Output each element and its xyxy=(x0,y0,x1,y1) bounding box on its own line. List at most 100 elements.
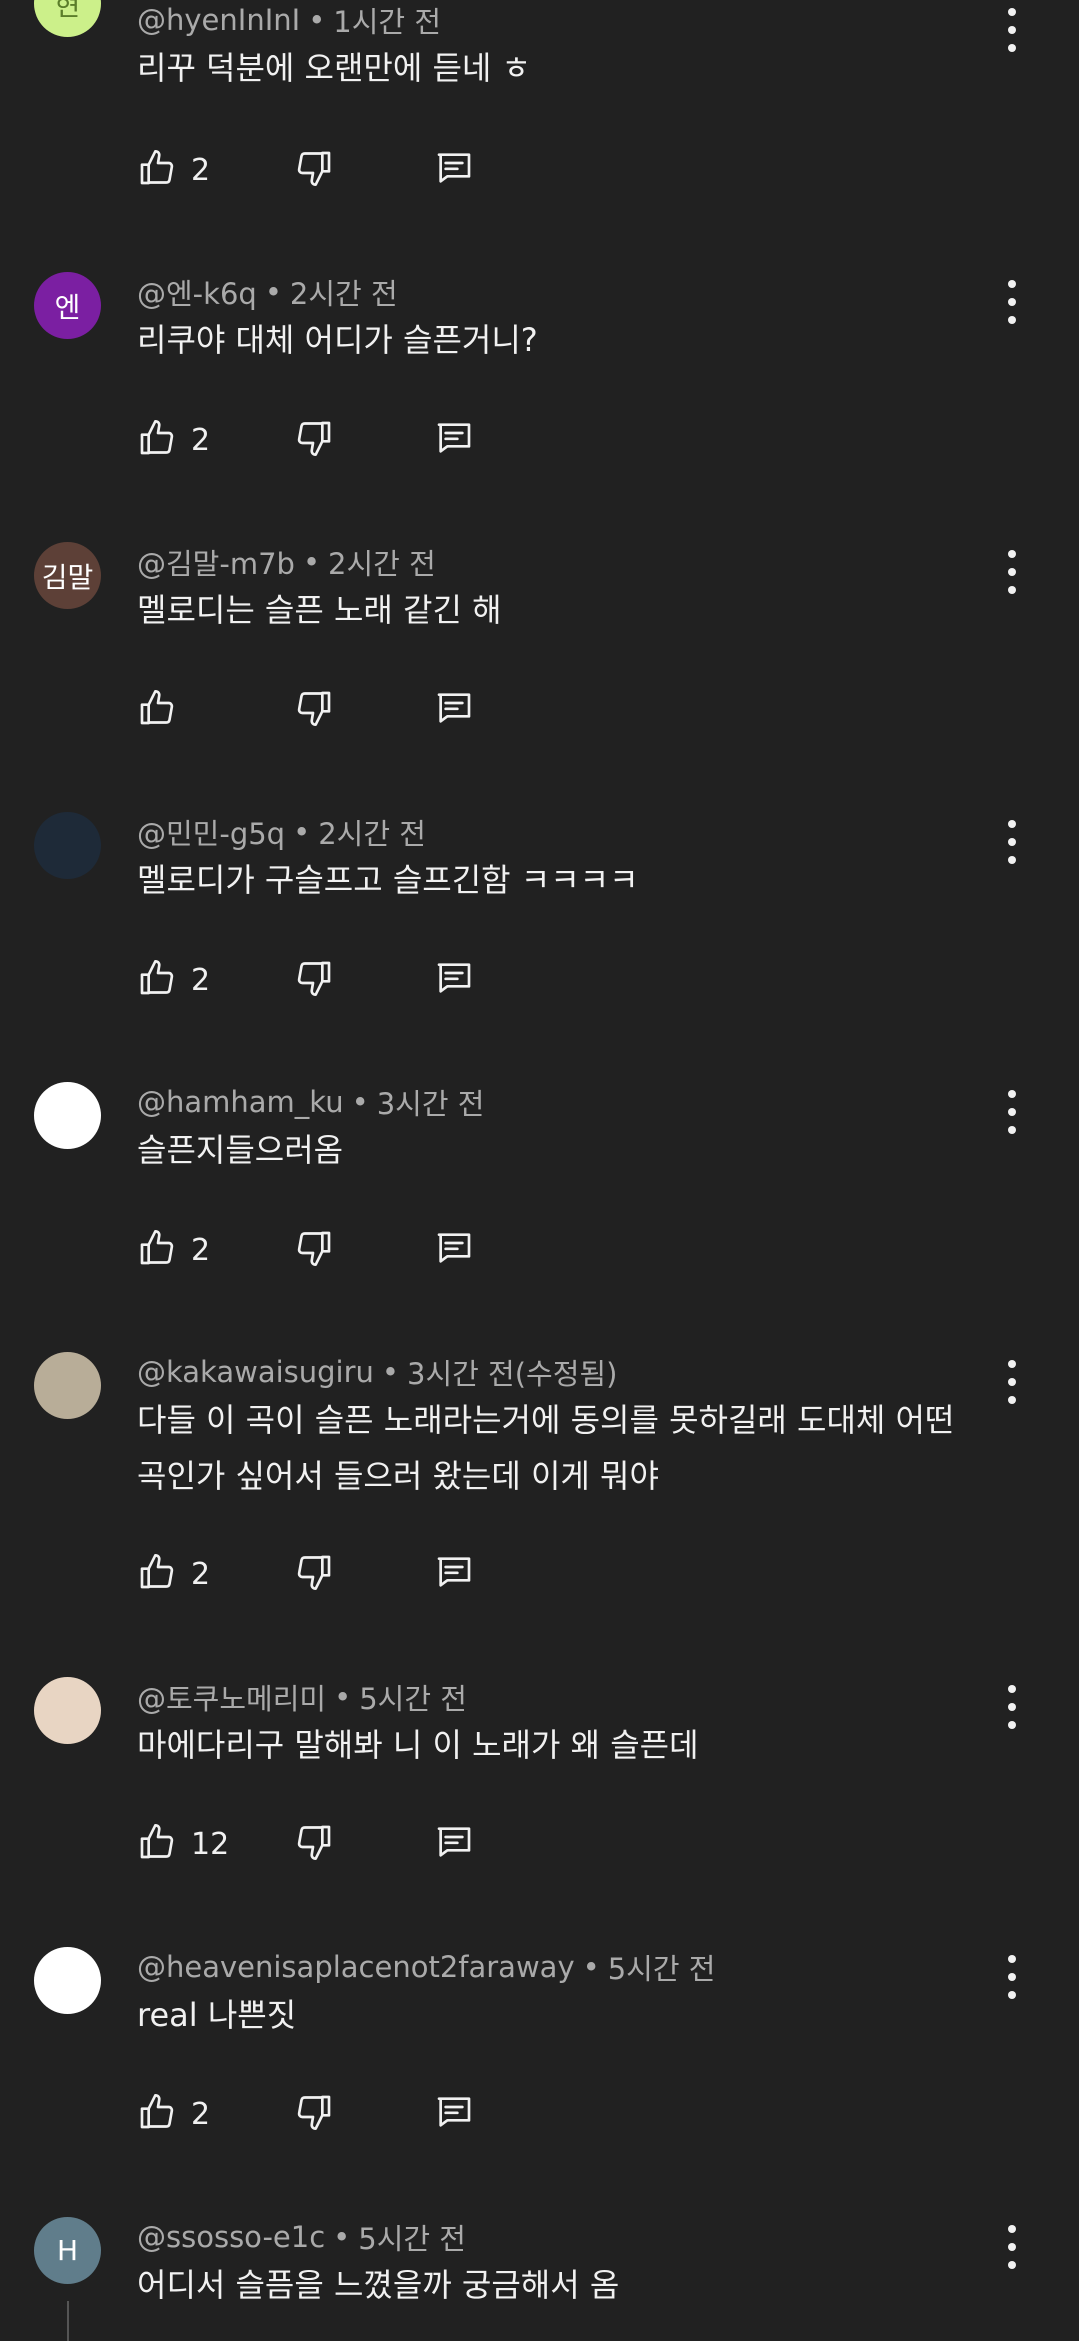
dislike-button[interactable] xyxy=(294,958,334,1002)
comment-text: real 나쁜짓 xyxy=(137,1996,297,2034)
comment-author[interactable]: @엔-k6q xyxy=(137,271,257,313)
separator-dot: • xyxy=(351,1085,369,1119)
avatar[interactable] xyxy=(34,1352,101,1419)
thumbs-down-icon xyxy=(294,688,334,732)
reply-button[interactable] xyxy=(434,1822,474,1866)
comment-time: 5시간 전 xyxy=(607,1952,716,1986)
comment-meta: @김말-m7b • 2시간 전 xyxy=(137,542,436,582)
like-count: 12 xyxy=(191,1826,230,1862)
separator-dot: • xyxy=(334,1680,352,1714)
like-button[interactable]: 2 xyxy=(137,958,210,1002)
dislike-button[interactable] xyxy=(294,1552,334,1596)
comment-author[interactable]: @kakawaisugiru xyxy=(137,1355,374,1389)
comment-icon xyxy=(434,1552,474,1596)
more-vert-icon[interactable] xyxy=(1000,550,1024,594)
like-button[interactable]: 2 xyxy=(137,2092,210,2136)
avatar[interactable] xyxy=(34,1082,101,1149)
comment-time: 3시간 전(수정됨) xyxy=(407,1357,618,1391)
comment-author[interactable]: @토쿠노메리미 xyxy=(137,1676,326,1718)
comment-author[interactable]: @민민-g5q xyxy=(137,811,285,853)
separator-dot: • xyxy=(302,545,321,579)
like-button[interactable]: 12 xyxy=(137,1822,229,1866)
comment-text: 리꾸 덕분에 오랜만에 듣네 ㅎ xyxy=(137,49,531,87)
like-button[interactable]: 2 xyxy=(137,1552,210,1596)
like-count: 2 xyxy=(191,1556,211,1592)
reply-button[interactable] xyxy=(434,1552,474,1596)
like-count: 2 xyxy=(191,152,211,188)
comment-author[interactable]: @hyenInInI xyxy=(137,3,300,37)
comment-time: 5시간 전 xyxy=(358,2222,466,2256)
comment-meta: @토쿠노메리미 • 5시간 전 xyxy=(137,1677,467,1717)
avatar[interactable]: H xyxy=(34,2217,101,2284)
comment-text: 멜로디가 구슬프고 슬프긴함 ㅋㅋㅋㅋ xyxy=(137,861,639,899)
thumbs-up-icon xyxy=(137,1552,177,1596)
avatar[interactable]: 엔 xyxy=(34,272,101,339)
dislike-button[interactable] xyxy=(294,688,334,732)
more-vert-icon[interactable] xyxy=(1000,280,1024,324)
like-button[interactable] xyxy=(137,688,191,732)
more-vert-icon[interactable] xyxy=(1000,1090,1024,1134)
more-vert-icon[interactable] xyxy=(1000,1685,1024,1729)
dislike-button[interactable] xyxy=(294,1228,334,1272)
like-button[interactable]: 2 xyxy=(137,1228,210,1272)
avatar[interactable] xyxy=(34,812,101,879)
reply-button[interactable] xyxy=(434,2092,474,2136)
reply-button[interactable] xyxy=(434,1228,474,1272)
thumbs-down-icon xyxy=(294,148,334,192)
thumbs-down-icon xyxy=(294,1228,334,1272)
dislike-button[interactable] xyxy=(294,1822,334,1866)
comment-author[interactable]: @김말-m7b xyxy=(137,541,295,583)
comment-time: 1시간 전 xyxy=(333,5,442,39)
more-vert-icon[interactable] xyxy=(1000,1360,1024,1404)
reply-button[interactable] xyxy=(434,148,474,192)
comment-actions: 12 xyxy=(137,1822,497,1866)
dislike-button[interactable] xyxy=(294,148,334,192)
separator-dot: • xyxy=(381,1355,400,1389)
like-count: 2 xyxy=(191,962,211,998)
comment-meta: @민민-g5q • 2시간 전 xyxy=(137,812,426,852)
more-vert-icon[interactable] xyxy=(1000,820,1024,864)
comment-actions: 2 xyxy=(137,958,497,1002)
comment-author[interactable]: @heavenisaplacenot2faraway xyxy=(137,1950,575,1984)
avatar[interactable] xyxy=(34,1677,101,1744)
separator-dot: • xyxy=(582,1950,600,1984)
thumbs-up-icon xyxy=(137,688,177,732)
comment-meta: @kakawaisugiru • 3시간 전(수정됨) xyxy=(137,1352,617,1392)
comment-meta: @엔-k6q • 2시간 전 xyxy=(137,272,398,312)
dislike-button[interactable] xyxy=(294,418,334,462)
like-count: 2 xyxy=(191,2096,211,2132)
like-button[interactable]: 2 xyxy=(137,418,210,462)
dislike-button[interactable] xyxy=(294,2092,334,2136)
comment-time: 2시간 전 xyxy=(318,817,426,851)
comment-author[interactable]: @hamham_ku xyxy=(137,1085,344,1119)
comment-icon xyxy=(434,418,474,462)
avatar[interactable]: 김말 xyxy=(34,542,101,609)
comment-time: 2시간 전 xyxy=(328,547,436,581)
comment-text: 멜로디는 슬픈 노래 같긴 해 xyxy=(137,591,502,629)
comment-icon xyxy=(434,2092,474,2136)
comment-icon xyxy=(434,1822,474,1866)
more-vert-icon[interactable] xyxy=(1000,8,1024,52)
comment-text: 어디서 슬픔을 느꼈을까 궁금해서 옴 xyxy=(137,2266,620,2304)
comment-text: 마에다리구 말해봐 니 이 노래가 왜 슬픈데 xyxy=(137,1726,699,1764)
avatar[interactable]: 현 xyxy=(34,0,101,37)
thumbs-up-icon xyxy=(137,418,177,462)
like-button[interactable]: 2 xyxy=(137,148,210,192)
more-vert-icon[interactable] xyxy=(1000,1955,1024,1999)
reply-button[interactable] xyxy=(434,958,474,1002)
comment-actions: 2 xyxy=(137,148,497,192)
thumbs-up-icon xyxy=(137,2092,177,2136)
like-count: 2 xyxy=(191,422,211,458)
thumbs-down-icon xyxy=(294,1822,334,1866)
more-vert-icon[interactable] xyxy=(1000,2225,1024,2269)
reply-button[interactable] xyxy=(434,688,474,732)
avatar[interactable] xyxy=(34,1947,101,2014)
comment-meta: @hyenInInI • 1시간 전 xyxy=(137,0,441,40)
comment-time: 3시간 전 xyxy=(376,1087,485,1121)
thumbs-up-icon xyxy=(137,148,177,192)
comment-author[interactable]: @ssosso-e1c xyxy=(137,2220,325,2254)
comment-icon xyxy=(434,688,474,732)
thumbs-up-icon xyxy=(137,958,177,1002)
reply-button[interactable] xyxy=(434,418,474,462)
comment-icon xyxy=(434,148,474,192)
